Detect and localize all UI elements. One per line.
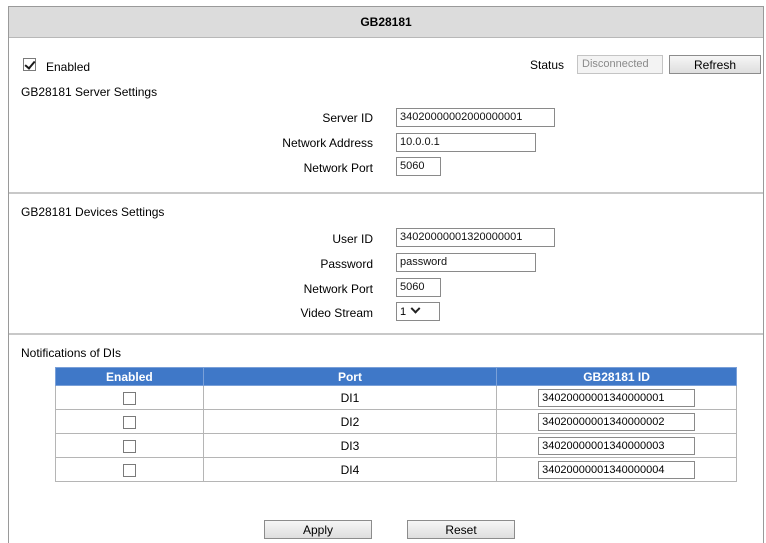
reset-button[interactable]: Reset [407, 520, 515, 539]
divider [9, 333, 763, 335]
server-id-label: Server ID [322, 111, 373, 125]
server-network-port-input[interactable]: 5060 [396, 157, 441, 176]
server-id-input[interactable]: 34020000002000000001 [396, 108, 555, 127]
di1-id-input[interactable]: 34020000001340000001 [538, 388, 696, 407]
device-network-port-label: Network Port [303, 282, 373, 296]
device-network-port-input[interactable]: 5060 [396, 278, 441, 297]
video-stream-select[interactable]: 1 [396, 302, 440, 321]
di-port: DI2 [202, 409, 498, 434]
network-address-label: Network Address [282, 136, 373, 150]
enabled-label: Enabled [46, 60, 91, 74]
password-label: Password [320, 257, 373, 271]
refresh-button[interactable]: Refresh [669, 55, 761, 74]
column-header-gb28181-id: GB28181 ID [496, 367, 737, 386]
di3-id-input[interactable]: 34020000001340000003 [538, 436, 696, 455]
table-row: DI3 34020000001340000003 [55, 433, 737, 458]
server-settings-heading: GB28181 Server Settings [21, 85, 158, 99]
apply-button[interactable]: Apply [264, 520, 372, 539]
column-header-port: Port [202, 367, 498, 386]
server-network-port-label: Network Port [303, 161, 373, 175]
table-row: DI4 34020000001340000004 [55, 457, 737, 482]
table-row: DI1 34020000001340000001 [55, 385, 737, 410]
notifications-heading: Notifications of DIs [21, 346, 122, 360]
di-port: DI3 [202, 433, 498, 458]
column-header-enabled: Enabled [55, 367, 204, 386]
di-port: DI4 [202, 457, 498, 482]
di4-id-input[interactable]: 34020000001340000004 [538, 460, 696, 479]
di4-enabled-checkbox[interactable] [122, 463, 136, 477]
di2-enabled-checkbox[interactable] [122, 415, 136, 429]
di-notifications-table: Enabled Port GB28181 ID DI1 340200000013… [55, 367, 737, 482]
video-stream-value: 1 [400, 305, 407, 318]
di2-id-input[interactable]: 34020000001340000002 [538, 412, 696, 431]
user-id-label: User ID [332, 232, 373, 246]
user-id-input[interactable]: 34020000001320000001 [396, 228, 555, 247]
status-value: Disconnected [577, 55, 663, 74]
network-address-input[interactable]: 10.0.0.1 [396, 133, 536, 152]
enabled-checkbox[interactable] [23, 58, 36, 71]
chevron-down-icon [410, 303, 421, 314]
devices-settings-heading: GB28181 Devices Settings [21, 205, 165, 219]
di-port: DI1 [202, 385, 498, 410]
gb28181-panel: GB28181 Enabled Status Disconnected Refr… [8, 6, 764, 543]
table-row: DI2 34020000001340000002 [55, 409, 737, 434]
di3-enabled-checkbox[interactable] [122, 439, 136, 453]
password-input[interactable]: password [396, 253, 536, 272]
divider [9, 192, 763, 194]
status-label: Status [530, 58, 565, 72]
video-stream-label: Video Stream [300, 306, 374, 320]
page-title: GB28181 [9, 7, 763, 38]
di1-enabled-checkbox[interactable] [122, 391, 136, 405]
